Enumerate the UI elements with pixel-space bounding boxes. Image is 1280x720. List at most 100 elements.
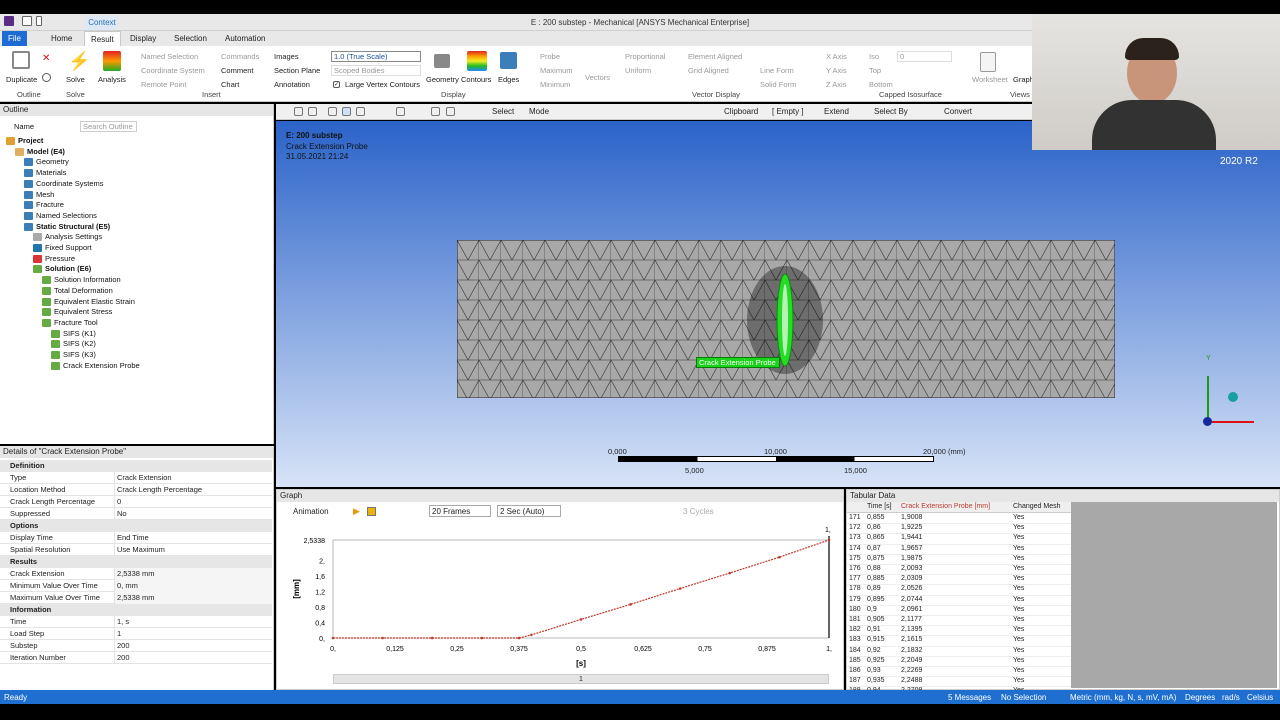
- status-degrees[interactable]: Degrees: [1185, 693, 1215, 702]
- top-button[interactable]: Top: [869, 66, 881, 75]
- commands-button[interactable]: Commands: [221, 52, 259, 61]
- iso-value-input[interactable]: 0: [897, 51, 952, 62]
- convert-button[interactable]: Convert: [944, 107, 972, 116]
- details-row[interactable]: Suppressed No: [0, 508, 272, 520]
- rotate-icon[interactable]: [396, 107, 405, 116]
- details-value[interactable]: End Time: [114, 532, 272, 544]
- remote-point-button[interactable]: Remote Point: [141, 80, 186, 89]
- contours-button[interactable]: Contours: [461, 75, 491, 84]
- tree-item[interactable]: Fracture Tool: [42, 318, 98, 327]
- tree-item[interactable]: Solution (E6): [33, 264, 91, 274]
- tabular-column-header[interactable]: Time [s]: [867, 503, 892, 510]
- play-icon[interactable]: ▶: [353, 506, 360, 517]
- tree-item[interactable]: SIFS (K2): [51, 339, 96, 349]
- close-icon[interactable]: ✕: [42, 54, 50, 64]
- select-face-icon[interactable]: [356, 107, 365, 116]
- vectors-button[interactable]: Vectors: [585, 73, 610, 82]
- table-row[interactable]: 187 0,935 2,2488 Yes: [847, 677, 1071, 688]
- contours-icon[interactable]: [467, 51, 487, 71]
- mode-button[interactable]: Mode: [529, 107, 549, 116]
- x-axis-button[interactable]: X Axis: [826, 52, 847, 61]
- clipboard-button[interactable]: Clipboard: [724, 107, 758, 116]
- table-row[interactable]: 175 0,875 1,9875 Yes: [847, 555, 1071, 565]
- data-point[interactable]: [430, 636, 434, 640]
- table-row[interactable]: 184 0,92 2,1832 Yes: [847, 647, 1071, 657]
- solid-form-button[interactable]: Solid Form: [760, 80, 796, 89]
- data-point[interactable]: [480, 636, 484, 640]
- data-point[interactable]: [381, 636, 384, 640]
- time-slider[interactable]: 1: [333, 674, 829, 684]
- data-point[interactable]: [530, 633, 533, 637]
- details-row[interactable]: Type Crack Extension: [0, 472, 272, 484]
- geometry-icon[interactable]: [434, 54, 450, 68]
- menu-display[interactable]: Display: [124, 31, 162, 46]
- details-value[interactable]: 0, mm: [114, 580, 272, 592]
- tree-item[interactable]: Equivalent Elastic Strain: [42, 297, 135, 306]
- details-value[interactable]: 0: [114, 496, 272, 508]
- minimum-button[interactable]: Minimum: [540, 80, 570, 89]
- extend-button[interactable]: Extend: [824, 107, 849, 116]
- element-aligned-button[interactable]: Element Aligned: [688, 52, 742, 61]
- table-row[interactable]: 171 0,855 1,9008 Yes: [847, 514, 1071, 525]
- menu-automation[interactable]: Automation: [219, 31, 271, 46]
- maximum-button[interactable]: Maximum: [540, 66, 573, 75]
- iso-button[interactable]: Iso: [869, 52, 879, 61]
- details-value[interactable]: 1: [114, 628, 272, 640]
- annotation-button[interactable]: Annotation: [274, 80, 310, 89]
- details-value[interactable]: 200: [114, 640, 272, 652]
- status-rads[interactable]: rad/s: [1222, 693, 1240, 702]
- tree-item[interactable]: Fixed Support: [33, 243, 92, 253]
- details-row[interactable]: Time 1, s: [0, 616, 272, 628]
- tree-item[interactable]: Mesh: [24, 190, 54, 199]
- details-value[interactable]: 200: [114, 652, 272, 664]
- menu-file[interactable]: File: [2, 31, 27, 46]
- tree-item[interactable]: Project: [6, 136, 43, 146]
- status-temp[interactable]: Celsius: [1247, 693, 1273, 702]
- details-row[interactable]: Minimum Value Over Time 0, mm: [0, 580, 272, 592]
- tree-item[interactable]: Total Deformation: [42, 286, 113, 295]
- data-point[interactable]: [728, 571, 732, 575]
- details-value[interactable]: Use Maximum: [114, 544, 272, 556]
- details-row[interactable]: Load Step 1: [0, 628, 272, 640]
- proportional-button[interactable]: Proportional: [625, 52, 665, 61]
- duration-select[interactable]: 2 Sec (Auto): [497, 505, 561, 517]
- section-plane-button[interactable]: Section Plane: [274, 66, 320, 75]
- tabular-column-header[interactable]: Crack Extension Probe [mm]: [901, 503, 990, 510]
- details-value[interactable]: Crack Length Percentage: [114, 484, 272, 496]
- scoped-bodies-select[interactable]: Scoped Bodies: [331, 65, 421, 76]
- details-row[interactable]: Maximum Value Over Time 2,5338 mm: [0, 592, 272, 604]
- menu-result[interactable]: Result: [84, 31, 121, 46]
- coordinate-system-button[interactable]: Coordinate System: [141, 66, 205, 75]
- tree-item[interactable]: SIFS (K3): [51, 350, 96, 360]
- table-row[interactable]: 181 0,905 2,1177 Yes: [847, 616, 1071, 627]
- data-point[interactable]: [778, 555, 781, 559]
- uniform-button[interactable]: Uniform: [625, 66, 651, 75]
- tree-item[interactable]: Materials: [24, 168, 66, 178]
- tree-item[interactable]: Named Selections: [24, 211, 97, 220]
- tree-item[interactable]: Pressure: [33, 254, 75, 263]
- details-row[interactable]: Iteration Number 200: [0, 652, 272, 664]
- data-point[interactable]: [331, 636, 335, 640]
- details-value[interactable]: 2,5338 mm: [114, 592, 272, 604]
- tree-item[interactable]: Solution Information: [42, 275, 121, 285]
- tabular-column-header[interactable]: Changed Mesh: [1013, 503, 1060, 510]
- data-point[interactable]: [579, 618, 583, 621]
- data-point[interactable]: [827, 538, 831, 542]
- outline-search-input[interactable]: Search Outline: [80, 121, 137, 132]
- edges-icon[interactable]: [500, 52, 517, 69]
- details-value[interactable]: 1, s: [114, 616, 272, 628]
- worksheet-icon[interactable]: [980, 52, 996, 72]
- edges-button[interactable]: Edges: [498, 75, 519, 84]
- details-section-header[interactable]: Definition: [0, 460, 272, 472]
- grid-aligned-button[interactable]: Grid Aligned: [688, 66, 729, 75]
- status-units[interactable]: Metric (mm, kg, N, s, mV, mA): [1070, 693, 1176, 702]
- tree-item[interactable]: Analysis Settings: [33, 232, 102, 242]
- table-row[interactable]: 182 0,91 2,1395 Yes: [847, 626, 1071, 637]
- scale-select[interactable]: 1.0 (True Scale): [331, 51, 421, 62]
- z-axis-button[interactable]: Z Axis: [826, 80, 846, 89]
- table-row[interactable]: 174 0,87 1,9657 Yes: [847, 545, 1071, 555]
- details-value[interactable]: No: [114, 508, 272, 520]
- select-mode-icon[interactable]: [342, 107, 351, 116]
- tree-item[interactable]: SIFS (K1): [51, 329, 96, 338]
- table-row[interactable]: 178 0,89 2,0526 Yes: [847, 585, 1071, 596]
